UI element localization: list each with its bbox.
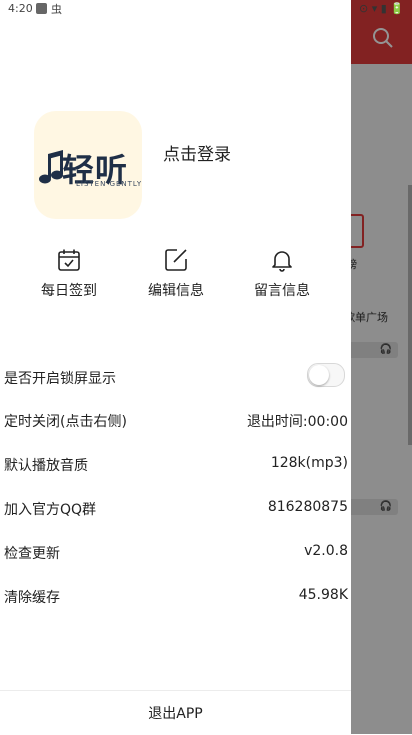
lock-screen-row[interactable]: 是否开启锁屏显示 bbox=[0, 363, 351, 390]
logo-tagline: LISTEN GENTLY bbox=[76, 180, 143, 188]
login-link[interactable]: 点击登录 bbox=[163, 140, 231, 165]
background-scrollbar bbox=[408, 185, 412, 445]
cache-size-value: 45.98K bbox=[298, 587, 348, 603]
daily-checkin-button[interactable]: 每日签到 bbox=[24, 248, 114, 300]
quality-label: 默认播放音质 bbox=[4, 458, 88, 474]
clear-cache-row[interactable]: 清除缓存 45.98K bbox=[0, 587, 351, 609]
messages-label: 留言信息 bbox=[254, 283, 310, 299]
timer-row[interactable]: 定时关闭(点击右侧) 退出时间:00:00 bbox=[0, 411, 351, 433]
clear-cache-label: 清除缓存 bbox=[4, 590, 60, 606]
qq-group-value: 816280875 bbox=[267, 499, 348, 515]
status-time: 4:20 bbox=[8, 2, 33, 15]
messages-button[interactable]: 留言信息 bbox=[237, 248, 327, 300]
calendar-check-icon bbox=[58, 249, 80, 271]
exit-bar: 退出APP bbox=[0, 690, 351, 735]
bug-icon: 虫 bbox=[51, 3, 62, 16]
check-update-row[interactable]: 检查更新 v2.0.8 bbox=[0, 543, 351, 565]
quality-row[interactable]: 默认播放音质 128k(mp3) bbox=[0, 455, 351, 477]
edit-info-label: 编辑信息 bbox=[148, 283, 204, 299]
edit-icon bbox=[165, 249, 187, 271]
status-icons: ⊙ ▾ ▮ 🔋 bbox=[359, 2, 404, 15]
side-drawer: 轻听 LISTEN GENTLY 点击登录 每日签到 编辑信息 留言信息 是否开… bbox=[0, 0, 351, 734]
qq-group-label: 加入官方QQ群 bbox=[4, 502, 97, 518]
timer-label: 定时关闭(点击右侧) bbox=[4, 414, 127, 430]
timer-value[interactable]: 退出时间:00:00 bbox=[247, 411, 348, 431]
toggle-knob bbox=[309, 365, 329, 385]
exit-app-button[interactable]: 退出APP bbox=[0, 703, 351, 723]
daily-checkin-label: 每日签到 bbox=[41, 283, 97, 299]
notification-icon bbox=[36, 3, 47, 14]
qq-group-row[interactable]: 加入官方QQ群 816280875 bbox=[0, 499, 351, 521]
version-value: v2.0.8 bbox=[304, 543, 348, 559]
lock-screen-toggle[interactable] bbox=[307, 363, 345, 387]
status-bar: 4:20 虫 ⊙ ▾ ▮ 🔋 bbox=[0, 0, 412, 18]
edit-info-button[interactable]: 编辑信息 bbox=[131, 248, 221, 300]
bell-icon bbox=[272, 251, 292, 272]
check-update-label: 检查更新 bbox=[4, 546, 60, 562]
quality-value: 128k(mp3) bbox=[270, 455, 348, 471]
lock-screen-label: 是否开启锁屏显示 bbox=[4, 371, 116, 387]
